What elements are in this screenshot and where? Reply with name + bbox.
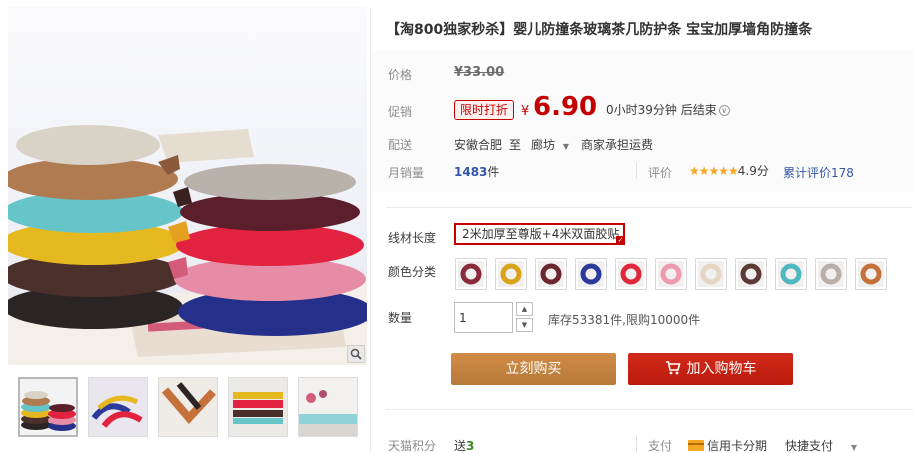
buy-now-label: 立刻购买	[505, 361, 562, 377]
caret-down-icon: ▼	[562, 142, 569, 151]
original-price: ¥33.00	[454, 65, 504, 80]
quantity-input[interactable]	[454, 302, 513, 333]
original-price-currency: ¥	[454, 65, 464, 80]
quantity-increase-button[interactable]: ▲	[516, 302, 533, 316]
quantity-label: 数量	[388, 311, 413, 325]
quantity-decrease-button[interactable]: ▼	[516, 318, 533, 332]
product-title: 【淘800独家秒杀】婴儿防撞条玻璃茶几防护条 宝宝加厚墙角防撞条	[386, 22, 813, 38]
promo-badge: 限时打折	[454, 100, 515, 120]
swatch-image	[578, 261, 604, 287]
caret-down-icon[interactable]: ▼	[851, 443, 857, 452]
points: 送3	[454, 437, 474, 453]
color-swatch-8[interactable]	[735, 258, 767, 290]
color-swatch-4[interactable]	[575, 258, 607, 290]
promo-countdown[interactable]: 0小时39分钟 后结束 ∨	[606, 101, 730, 118]
rating-stars-icon: ★★★★★	[689, 164, 739, 178]
shipping-label: 配送	[388, 138, 413, 152]
quick-pay-label: 快捷支付	[785, 439, 834, 453]
points-label: 天猫积分	[388, 439, 437, 453]
add-to-cart-label: 加入购物车	[686, 361, 757, 377]
stock-note: 库存53381件,限购10000件	[548, 313, 701, 327]
points-prefix: 送	[454, 439, 467, 453]
length-label: 线材长度	[388, 231, 437, 245]
shipping-from: 安徽合肥	[454, 138, 503, 152]
add-to-cart-button[interactable]: 加入购物车	[628, 353, 793, 385]
credit-card-label: 信用卡分期	[707, 439, 768, 453]
color-swatch-10[interactable]	[815, 258, 847, 290]
chevron-down-icon: ▼	[521, 321, 528, 329]
swatch-image	[458, 261, 484, 287]
thumbnail-4[interactable]	[228, 377, 288, 437]
promo-price: 6.90	[533, 92, 598, 122]
color-swatch-3[interactable]	[535, 258, 567, 290]
color-swatch-5[interactable]	[615, 258, 647, 290]
quick-pay[interactable]: 快捷支付 ▼	[785, 437, 857, 453]
swatch-image	[818, 261, 844, 287]
total-reviews-link[interactable]: 累计评价178	[783, 164, 854, 181]
thumbnail-5[interactable]	[298, 377, 358, 437]
color-swatch-7[interactable]	[695, 258, 727, 290]
footer-separator	[636, 436, 637, 452]
monthly-sales-label: 月销量	[388, 166, 425, 180]
rating[interactable]: ★★★★★4.9分	[689, 162, 769, 179]
credit-card-installment[interactable]: 信用卡分期	[688, 437, 767, 453]
chevron-up-icon: ▲	[521, 305, 528, 313]
swatch-image	[538, 261, 564, 287]
promo-countdown-text: 0小时39分钟 后结束	[606, 103, 717, 117]
color-label: 颜色分类	[388, 265, 437, 279]
monthly-sales-count: 1483	[454, 165, 488, 179]
thumbnail-3[interactable]	[158, 377, 218, 437]
swatch-image	[698, 261, 724, 287]
swatch-image	[858, 261, 884, 287]
color-swatch-2[interactable]	[495, 258, 527, 290]
credit-card-icon	[688, 440, 704, 451]
chevron-down-icon[interactable]: ∨	[718, 105, 730, 116]
original-price-value: 33.00	[463, 65, 505, 80]
shipping-destination-select[interactable]: 廊坊 ▼	[531, 136, 569, 153]
swatch-image	[658, 261, 684, 287]
check-icon: ✓	[616, 236, 625, 245]
swatch-image	[778, 261, 804, 287]
thumbnail-2[interactable]	[88, 377, 148, 437]
length-option-text: 2米加厚至尊版+4米双面胶贴	[462, 227, 620, 241]
main-product-image[interactable]	[8, 7, 367, 365]
color-swatch-6[interactable]	[655, 258, 687, 290]
rating-score: 4.9分	[737, 164, 769, 178]
monthly-sales-unit: 件	[487, 165, 500, 179]
price-label: 价格	[388, 68, 413, 82]
color-swatch-9[interactable]	[775, 258, 807, 290]
color-swatch-1[interactable]	[455, 258, 487, 290]
pay-label: 支付	[648, 439, 673, 453]
monthly-sales: 1483件	[454, 163, 499, 180]
points-value: 3	[466, 439, 475, 453]
shipping-to-word: 至	[509, 138, 522, 152]
color-swatch-11[interactable]	[855, 258, 887, 290]
shipping-destination: 廊坊	[531, 138, 556, 152]
buy-now-button[interactable]: 立刻购买	[451, 353, 616, 385]
thumbnail-1[interactable]	[18, 377, 78, 437]
promo-currency: ¥	[521, 104, 530, 119]
column-divider	[370, 7, 371, 453]
swatch-image	[618, 261, 644, 287]
section-divider	[386, 207, 913, 208]
shopping-cart-icon	[665, 355, 681, 387]
magnifier-icon[interactable]	[347, 345, 365, 363]
swatch-image	[498, 261, 524, 287]
rating-label: 评价	[648, 166, 673, 180]
footer-divider	[386, 409, 913, 410]
thumbnail-strip	[8, 377, 367, 439]
swatch-image	[738, 261, 764, 287]
product-photo	[8, 125, 367, 365]
shipping-fee-note: 商家承担运费	[581, 138, 654, 152]
length-option-selected[interactable]: 2米加厚至尊版+4米双面胶贴 ✓	[454, 223, 625, 245]
thumbnail-selected-arrow-icon	[47, 377, 59, 379]
sales-separator	[636, 163, 637, 179]
promo-label: 促销	[388, 105, 413, 119]
